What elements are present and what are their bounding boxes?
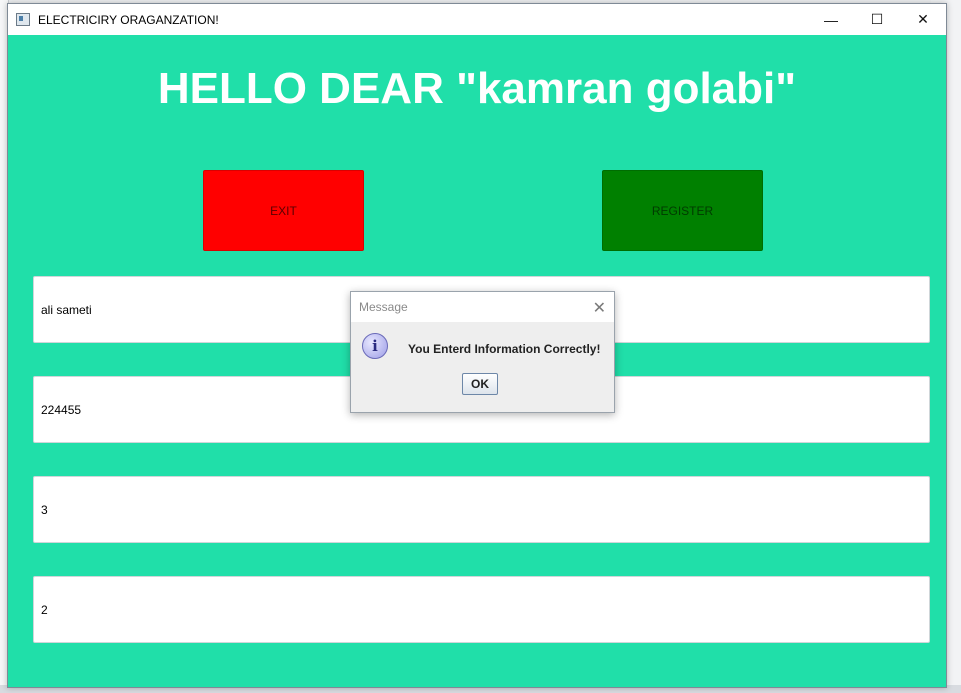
dialog-title-bar[interactable]: Message ✕ — [351, 292, 614, 322]
window-controls: — ☐ ✕ — [808, 4, 946, 35]
window-title: ELECTRICIRY ORAGANZATION! — [38, 12, 219, 27]
fourth-field[interactable]: 2 — [33, 576, 930, 643]
java-app-icon — [16, 13, 30, 26]
close-button[interactable]: ✕ — [900, 4, 946, 35]
message-dialog: Message ✕ i You Enterd Information Corre… — [350, 291, 615, 413]
maximize-button[interactable]: ☐ — [854, 4, 900, 35]
dialog-message: You Enterd Information Correctly! — [408, 342, 601, 356]
greeting-heading: HELLO DEAR "kamran golabi" — [157, 64, 797, 113]
minimize-button[interactable]: — — [808, 4, 854, 35]
third-field[interactable]: 3 — [33, 476, 930, 543]
dialog-close-icon[interactable]: ✕ — [593, 298, 606, 318]
info-icon: i — [362, 333, 388, 359]
dialog-body: i You Enterd Information Correctly! OK — [351, 322, 614, 412]
ok-button[interactable]: OK — [462, 373, 498, 395]
register-button[interactable]: REGISTER — [602, 170, 763, 251]
dialog-title: Message — [359, 300, 408, 314]
title-bar[interactable]: ELECTRICIRY ORAGANZATION! — ☐ ✕ — [8, 4, 946, 35]
exit-button[interactable]: EXIT — [203, 170, 364, 251]
